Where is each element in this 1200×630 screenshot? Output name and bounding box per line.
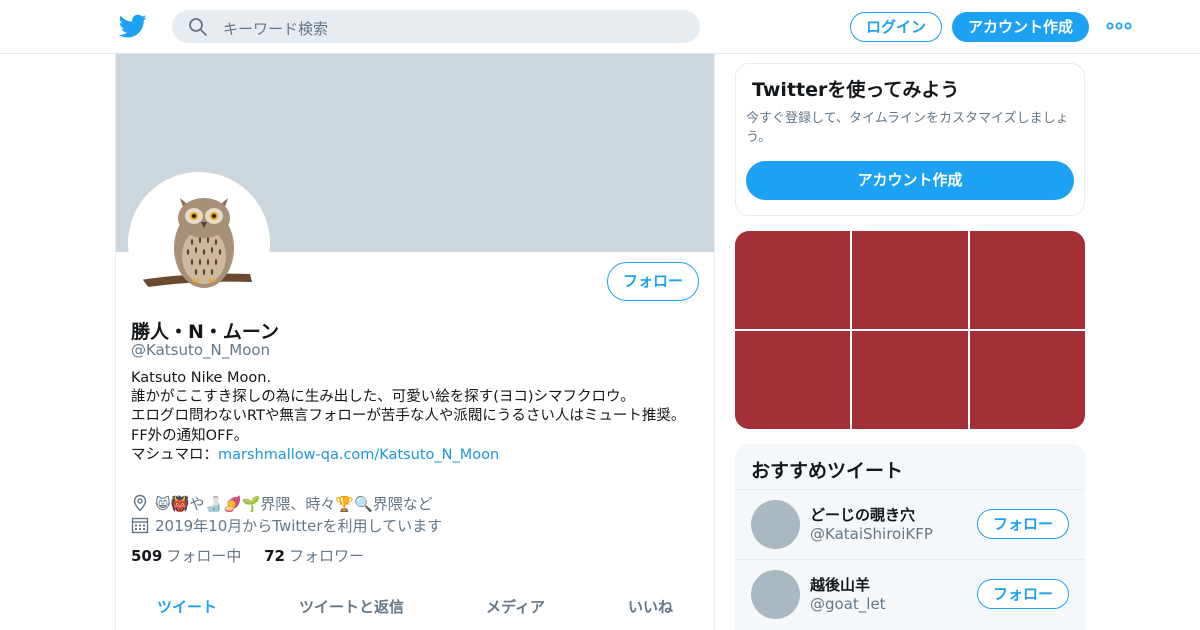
profile-avatar[interactable]: [128, 172, 270, 314]
twitter-bird-icon[interactable]: [119, 12, 147, 40]
media-grid: [735, 231, 1085, 429]
media-tile[interactable]: [735, 231, 851, 329]
signup-card-title: Twitterを使ってみよう: [752, 79, 960, 101]
tab-tweets[interactable]: ツイート: [157, 596, 217, 617]
followers-label[interactable]: フォロワー: [289, 547, 364, 565]
signup-card: Twitterを使ってみよう 今すぐ登録して、タイムラインをカスタマイズしましょ…: [735, 63, 1085, 216]
location-pin-icon: [133, 494, 147, 512]
profile-name: 勝人・N・ムーン: [131, 321, 279, 343]
recommended-user-handle: @KataiShiroiKFP: [810, 525, 933, 543]
media-tile[interactable]: [735, 331, 851, 429]
recommended-user-name[interactable]: どーじの覗き穴: [810, 504, 915, 525]
search-box[interactable]: キーワード検索: [172, 10, 700, 43]
profile-handle: @Katsuto_N_Moon: [131, 341, 271, 359]
recommended-user[interactable]: どーじの覗き穴 @KataiShiroiKFP フォロー: [735, 489, 1085, 559]
recommended-follow-button[interactable]: フォロー: [977, 509, 1069, 539]
tab-media[interactable]: メディア: [486, 596, 545, 617]
bio-line: FF外の通知OFF。: [131, 427, 249, 444]
recommended-user-name[interactable]: 越後山羊: [810, 574, 870, 595]
search-input[interactable]: キーワード検索: [223, 18, 328, 39]
recommended-panel: おすすめツイート どーじの覗き穴 @KataiShiroiKFP フォロー 越後…: [735, 444, 1085, 630]
bio-line: Katsuto Nike Moon.: [131, 370, 272, 386]
followers-count[interactable]: 72: [264, 547, 285, 565]
avatar[interactable]: [751, 500, 800, 549]
follow-button[interactable]: フォロー: [607, 262, 699, 301]
profile-joined: 2019年10月からTwitterを利用しています: [131, 515, 442, 536]
recommended-follow-button[interactable]: フォロー: [977, 579, 1069, 609]
signup-card-button[interactable]: アカウント作成: [746, 161, 1074, 200]
joined-text: 2019年10月からTwitterを利用しています: [155, 517, 443, 535]
recommended-user[interactable]: 越後山羊 @goat_let フォロー: [735, 559, 1085, 629]
bio-line: エログロ問わないRTや無言フォローが苦手な人や派閥にうるさい人はミュート推奨。: [131, 408, 686, 425]
search-icon: [189, 18, 207, 36]
more-dots-icon[interactable]: [1106, 20, 1132, 32]
tab-tweets-and-replies[interactable]: ツイートと返信: [299, 596, 404, 617]
media-tile[interactable]: [852, 231, 968, 329]
profile-tabs: ツイート ツイートと返信 メディア いいね: [116, 584, 714, 630]
profile-column: フォロー 勝人・N・ムーン @Katsuto_N_Moon Katsuto Ni…: [115, 54, 715, 630]
owl-avatar-icon: [132, 176, 266, 310]
marshmallow-prefix: マシュマロ：: [131, 446, 218, 463]
profile-stats: 509 フォロー中 72 フォロワー: [131, 545, 382, 566]
tab-likes[interactable]: いいね: [628, 596, 673, 617]
media-tile[interactable]: [969, 231, 1085, 329]
following-label[interactable]: フォロー中: [166, 547, 241, 565]
bio-line-marshmallow: マシュマロ：marshmallow-qa.com/Katsuto_N_Moon: [131, 446, 691, 465]
recommended-user-handle: @goat_let: [810, 595, 886, 613]
profile-bio: Katsuto Nike Moon. 誰かがここすき探しの為に生み出した、可愛い…: [131, 369, 691, 465]
login-button[interactable]: ログイン: [850, 12, 942, 42]
signup-card-description: 今すぐ登録して、タイムラインをカスタマイズしましょう。: [746, 111, 1069, 145]
calendar-icon: [131, 517, 149, 534]
location-text: 😸👹や🍶🍠🌱界隈、時々🏆🔍界隈など: [155, 495, 433, 513]
profile-location: 😸👹や🍶🍠🌱界隈、時々🏆🔍界隈など: [131, 493, 433, 514]
recommended-title: おすすめツイート: [751, 460, 904, 482]
media-tile[interactable]: [852, 331, 968, 429]
avatar[interactable]: [751, 570, 800, 619]
bio-line: 誰かがここすき探しの為に生み出した、可愛い絵を探す(ヨコ)シマフクロウ。: [131, 389, 635, 406]
top-navigation-bar: キーワード検索 ログイン アカウント作成: [0, 0, 1200, 54]
signup-button[interactable]: アカウント作成: [952, 12, 1089, 42]
following-count[interactable]: 509: [131, 547, 162, 565]
marshmallow-link[interactable]: marshmallow-qa.com/Katsuto_N_Moon: [218, 447, 499, 463]
media-tile[interactable]: [969, 331, 1085, 429]
